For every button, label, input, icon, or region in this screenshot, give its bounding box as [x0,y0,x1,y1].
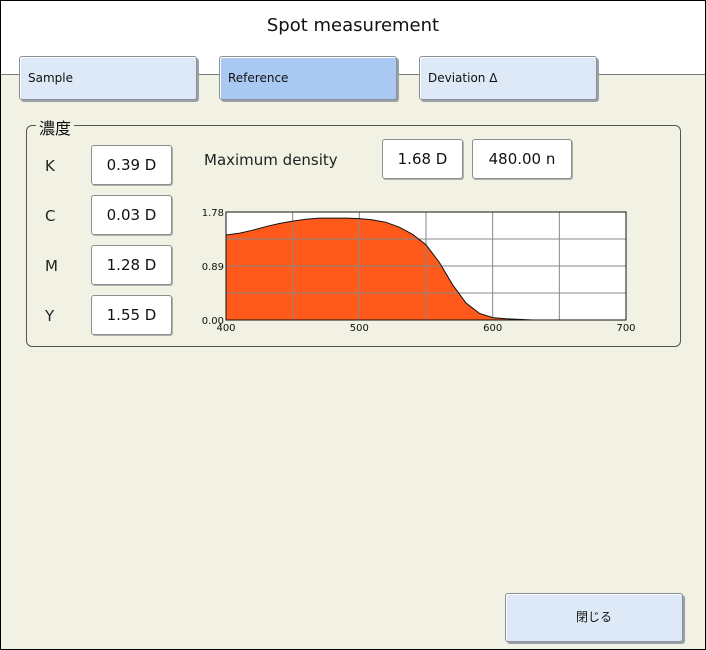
x-tick-label: 600 [483,323,502,334]
channel-label-k: K [45,157,55,175]
y-tick-label: 1.78 [202,208,224,219]
spot-measurement-window: Spot measurement Sample Reference Deviat… [0,0,706,650]
channel-label-c: C [45,207,56,225]
y-tick-label: 0.89 [202,262,224,273]
maximum-density-value: 1.68 D [382,139,463,179]
window-title: Spot measurement [266,15,440,36]
channel-value-y: 1.55 D [91,295,172,335]
close-button[interactable]: 閉じる [505,593,683,642]
maximum-density-wavelength: 480.00 n [472,139,572,179]
x-tick-label: 500 [350,323,369,334]
x-tick-label: 700 [616,323,635,334]
channel-value-m: 1.28 D [91,245,172,285]
spectral-density-chart: 400 500 600 7000.000.891.78 [202,208,636,334]
y-tick-label: 0.00 [202,316,224,327]
channel-label-y: Y [45,307,55,325]
tab-deviation[interactable]: Deviation Δ [419,56,597,100]
maximum-density-label: Maximum density [204,151,338,169]
channel-value-k: 0.39 D [91,145,172,185]
channel-label-m: M [45,257,58,275]
tab-sample[interactable]: Sample [19,56,197,100]
channel-value-c: 0.03 D [91,195,172,235]
tab-reference[interactable]: Reference [219,56,397,100]
density-group-title: 濃度 [36,115,75,139]
